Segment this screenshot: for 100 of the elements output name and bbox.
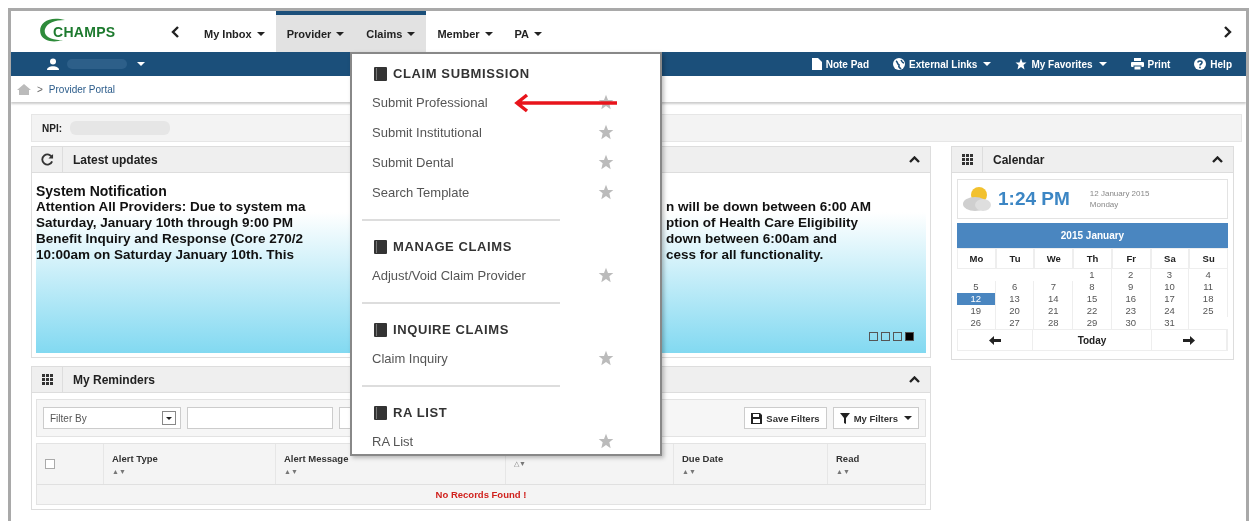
calendar-day[interactable]: 15 [1073,293,1112,305]
breadcrumb-separator: > [37,83,43,95]
menu-item[interactable]: Submit Dental [372,154,454,170]
clock-weekday: Monday [1089,200,1119,209]
calendar-day[interactable]: 17 [1150,293,1190,305]
calendar-day[interactable]: 20 [995,305,1035,317]
user-icon [47,58,59,70]
calendar-day[interactable]: 7 [1034,281,1074,293]
weekday-header: Fr [1111,248,1151,269]
notification-text: Attention All Providers: Due to system ma [36,199,306,215]
calendar-day[interactable]: 22 [1073,305,1112,317]
weather-icon [962,186,992,212]
favorite-star-icon[interactable] [598,267,614,283]
notification-text: down between 6:00am and [666,231,838,247]
calendar-day[interactable]: 3 [1150,269,1190,281]
calendar-day[interactable]: 28 [1034,317,1074,329]
weekday-header: Tu [995,248,1035,269]
calendar-day[interactable]: 16 [1111,293,1151,305]
panel-title: Calendar [993,152,1045,167]
menu-item[interactable]: Claim Inquiry [372,350,448,366]
book-icon [374,239,387,254]
favorite-star-icon[interactable] [598,350,614,366]
globe-icon [893,58,906,70]
toolbar-link[interactable]: Note Pad [811,58,870,70]
toolbar-link[interactable]: Print [1130,58,1171,70]
slide-indicator[interactable] [869,332,878,341]
calendar-day[interactable]: 9 [1111,281,1151,293]
calendar-day[interactable]: 4 [1189,269,1228,281]
clock-date: 12 January 2015 [1089,189,1150,198]
calendar-day[interactable]: 21 [1034,305,1074,317]
calendar-day[interactable]: 26 [957,317,996,329]
calendar-day[interactable]: 24 [1150,305,1190,317]
slide-indicator[interactable] [893,332,902,341]
calendar-day[interactable]: 31 [1150,317,1190,329]
favorite-star-icon[interactable] [598,124,614,140]
toolbar-link[interactable]: Help [1194,58,1232,70]
user-menu[interactable] [47,58,145,70]
chevron-left-icon[interactable] [171,25,179,38]
book-icon [374,322,387,337]
slide-indicator[interactable] [881,332,890,341]
collapse-icon[interactable] [909,156,920,163]
menu-section-title: CLAIM SUBMISSION [393,66,530,81]
calendar-day[interactable]: 18 [1189,293,1228,305]
calendar-day[interactable]: 10 [1150,281,1190,293]
menu-item[interactable]: Adjust/Void Claim Provider [372,267,526,283]
filter-icon [839,412,850,424]
calendar-day[interactable]: 27 [995,317,1035,329]
calendar-day[interactable]: 2 [1111,269,1151,281]
calendar-day[interactable]: 25 [1189,305,1228,317]
toolbar-link[interactable]: My Favorites [1015,58,1107,70]
logo[interactable]: CHAMPS [37,11,157,52]
column-header[interactable]: Alert Type [112,453,158,464]
calendar-day[interactable]: 1 [1073,269,1112,281]
chevron-right-icon[interactable] [1224,25,1232,38]
print-icon [1130,58,1144,70]
slide-indicator[interactable] [905,332,914,341]
nav-tab[interactable]: Provider [275,11,356,52]
favorite-star-icon[interactable] [598,184,614,200]
clock-time: 1:24 PM [998,188,1070,210]
grid-icon [961,154,973,165]
collapse-icon[interactable] [909,376,920,383]
column-header[interactable]: Alert Message [284,453,349,464]
calendar-day[interactable]: 14 [1034,293,1074,305]
column-header[interactable]: Due Date [682,453,724,464]
calendar-day[interactable]: 29 [1073,317,1112,329]
refresh-icon[interactable] [40,153,54,166]
arrow-right-icon [1183,335,1196,345]
nav-tab[interactable]: Claims [355,11,427,52]
column-header[interactable]: Read [836,453,860,464]
notification-text: n will be down between 6:00 AM [666,199,872,215]
calendar-day[interactable]: 11 [1189,281,1228,293]
filter-select[interactable]: Filter By [43,407,181,429]
calendar-day[interactable]: 19 [957,305,996,317]
star-icon [1015,58,1028,70]
menu-item[interactable]: Search Template [372,184,470,200]
toolbar-link[interactable]: External Links [893,58,992,70]
notification-text: cess for all functionality. [666,247,824,263]
calendar-day[interactable]: 8 [1073,281,1112,293]
menu-item[interactable]: Submit Professional [372,94,488,110]
calendar-day[interactable]: 23 [1111,305,1151,317]
menu-item[interactable]: RA List [372,433,414,449]
select-all-checkbox[interactable] [45,459,55,469]
filter-input[interactable] [187,407,333,429]
favorite-star-icon[interactable] [598,433,614,449]
menu-section-title: INQUIRE CLAIMS [393,322,509,337]
breadcrumb-link[interactable]: Provider Portal [48,83,115,95]
calendar-day[interactable]: 30 [1111,317,1151,329]
favorite-star-icon[interactable] [598,154,614,170]
month-header: 2015 January [957,223,1228,248]
filter-button[interactable]: My Filters [832,407,919,429]
weekday-header: Sa [1150,248,1190,269]
menu-item[interactable]: Submit Institutional [372,124,482,140]
calendar-day[interactable]: 12 [957,293,996,305]
calendar-day[interactable]: 13 [995,293,1035,305]
favorite-star-icon[interactable] [598,94,614,110]
collapse-icon[interactable] [1212,156,1223,163]
book-icon [374,405,387,420]
menu-section-title: MANAGE CLAIMS [393,239,513,254]
filter-button[interactable]: Save Filters [744,407,827,429]
empty-message: No Records Found ! [434,488,528,502]
